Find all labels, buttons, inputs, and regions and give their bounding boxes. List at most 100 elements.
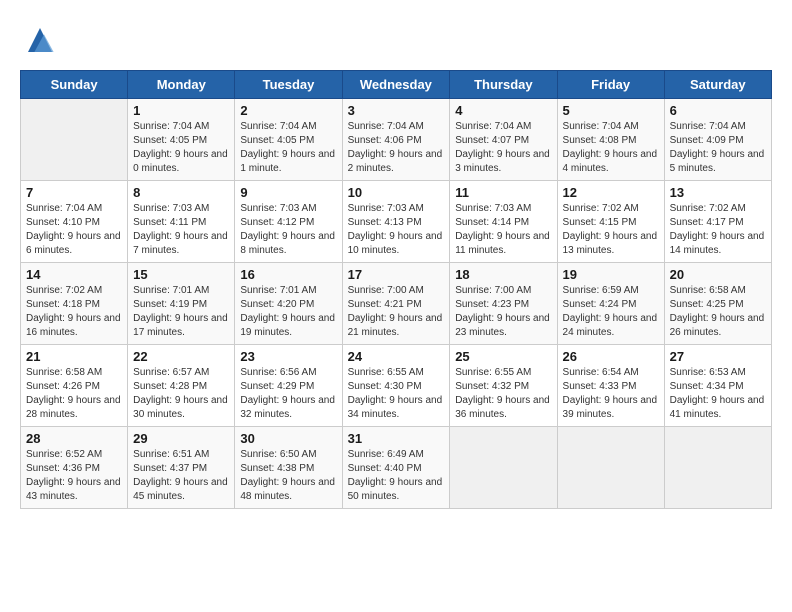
sunset-text: Sunset: 4:13 PM [348, 217, 422, 228]
sunset-text: Sunset: 4:28 PM [133, 381, 207, 392]
weekday-header-saturday: Saturday [664, 71, 771, 99]
day-info: Sunrise: 7:04 AMSunset: 4:07 PMDaylight:… [455, 120, 551, 176]
sunrise-text: Sunrise: 6:57 AM [133, 367, 209, 378]
day-info: Sunrise: 6:59 AMSunset: 4:24 PMDaylight:… [563, 284, 659, 340]
sunrise-text: Sunrise: 6:51 AM [133, 449, 209, 460]
sunset-text: Sunset: 4:20 PM [240, 299, 314, 310]
daylight-text: Daylight: 9 hours and 2 minutes. [348, 149, 443, 174]
day-info: Sunrise: 7:04 AMSunset: 4:06 PMDaylight:… [348, 120, 445, 176]
day-info: Sunrise: 6:49 AMSunset: 4:40 PMDaylight:… [348, 448, 445, 504]
day-number: 26 [563, 349, 659, 364]
calendar-week-5: 28Sunrise: 6:52 AMSunset: 4:36 PMDayligh… [21, 427, 772, 509]
calendar-cell [21, 99, 128, 181]
logo-icon [20, 20, 60, 60]
day-info: Sunrise: 7:03 AMSunset: 4:12 PMDaylight:… [240, 202, 336, 258]
calendar-cell: 23Sunrise: 6:56 AMSunset: 4:29 PMDayligh… [235, 345, 342, 427]
calendar-cell: 6Sunrise: 7:04 AMSunset: 4:09 PMDaylight… [664, 99, 771, 181]
day-number: 27 [670, 349, 766, 364]
sunrise-text: Sunrise: 6:50 AM [240, 449, 316, 460]
day-info: Sunrise: 6:57 AM Sunset: 4:28 PM Daylight:… [133, 366, 229, 422]
calendar-week-3: 14Sunrise: 7:02 AMSunset: 4:18 PMDayligh… [21, 263, 772, 345]
calendar-body: 1Sunrise: 7:04 AMSunset: 4:05 PMDaylight… [21, 99, 772, 509]
calendar-table: SundayMondayTuesdayWednesdayThursdayFrid… [20, 70, 772, 509]
sunrise-text: Sunrise: 7:02 AM [26, 285, 102, 296]
sunset-text: Sunset: 4:25 PM [670, 299, 744, 310]
day-info: Sunrise: 6:52 AMSunset: 4:36 PMDaylight:… [26, 448, 122, 504]
day-number: 9 [240, 185, 336, 200]
day-number: 5 [563, 103, 659, 118]
day-number: 19 [563, 267, 659, 282]
calendar-cell: 18 Sunrise: 7:00 AMSunset: 4:23 PMDayligh… [450, 263, 557, 345]
calendar-cell [450, 427, 557, 509]
daylight-text: Daylight: 9 hours and 5 minutes. [670, 149, 765, 174]
sunset-text: Sunset: 4:33 PM [563, 381, 637, 392]
calendar-cell: 17Sunrise: 7:00 AMSunset: 4:21 PMDayligh… [342, 263, 450, 345]
day-info: Sunrise: 7:02 AMSunset: 4:15 PMDaylight:… [563, 202, 659, 258]
day-number: 22 [133, 349, 229, 364]
day-number: 2 [240, 103, 336, 118]
sunrise-text: Sunrise: 7:04 AM [133, 121, 209, 132]
sunrise-text: Sunrise: 7:04 AM [26, 203, 102, 214]
day-info: Sunrise: 6:55 AM Sunset: 4:32 PM Daylight:… [455, 366, 551, 422]
daylight-text: Daylight: 9 hours and 11 minutes. [455, 231, 550, 256]
day-number: 23 [240, 349, 336, 364]
daylight-text: Daylight: 9 hours and 21 minutes. [348, 313, 443, 338]
daylight-text: Daylight: 9 hours and 30 minutes. [133, 395, 228, 420]
day-number: 18 [455, 267, 551, 282]
day-info: Sunrise: 6:55 AMSunset: 4:30 PMDaylight:… [348, 366, 445, 422]
calendar-cell: 26Sunrise: 6:54 AMSunset: 4:33 PMDayligh… [557, 345, 664, 427]
sunrise-text: Sunrise: 7:04 AM [563, 121, 639, 132]
calendar-week-4: 21Sunrise: 6:58 AMSunset: 4:26 PMDayligh… [21, 345, 772, 427]
daylight-text: Daylight: 9 hours and 39 minutes. [563, 395, 658, 420]
daylight-text: Daylight: 9 hours and 32 minutes. [240, 395, 335, 420]
sunrise-text: Sunrise: 6:55 AM [455, 367, 531, 378]
day-info: Sunrise: 7:01 AMSunset: 4:20 PMDaylight:… [240, 284, 336, 340]
sunset-text: Sunset: 4:15 PM [563, 217, 637, 228]
sunrise-text: Sunrise: 7:00 AM [455, 285, 531, 296]
daylight-text: Daylight: 9 hours and 50 minutes. [348, 477, 443, 502]
day-number: 25 [455, 349, 551, 364]
calendar-cell [557, 427, 664, 509]
day-number: 15 [133, 267, 229, 282]
sunrise-text: Sunrise: 6:59 AM [563, 285, 639, 296]
sunrise-text: Sunrise: 7:04 AM [455, 121, 531, 132]
sunrise-text: Sunrise: 6:58 AM [26, 367, 102, 378]
sunset-text: Sunset: 4:32 PM [455, 381, 529, 392]
sunrise-text: Sunrise: 6:58 AM [670, 285, 746, 296]
daylight-text: Daylight: 9 hours and 26 minutes. [670, 313, 765, 338]
sunset-text: Sunset: 4:07 PM [455, 135, 529, 146]
sunset-text: Sunset: 4:36 PM [26, 463, 100, 474]
daylight-text: Daylight: 9 hours and 7 minutes. [133, 231, 228, 256]
sunrise-text: Sunrise: 7:01 AM [133, 285, 209, 296]
sunset-text: Sunset: 4:18 PM [26, 299, 100, 310]
calendar-cell: 3Sunrise: 7:04 AMSunset: 4:06 PMDaylight… [342, 99, 450, 181]
daylight-text: Daylight: 9 hours and 10 minutes. [348, 231, 443, 256]
day-number: 31 [348, 431, 445, 446]
sunrise-text: Sunrise: 7:04 AM [670, 121, 746, 132]
sunset-text: Sunset: 4:34 PM [670, 381, 744, 392]
day-number: 16 [240, 267, 336, 282]
day-info: Sunrise: 7:04 AMSunset: 4:05 PMDaylight:… [240, 120, 336, 176]
sunset-text: Sunset: 4:40 PM [348, 463, 422, 474]
calendar-cell [664, 427, 771, 509]
day-info: Sunrise: 6:51 AMSunset: 4:37 PMDaylight:… [133, 448, 229, 504]
calendar-cell: 24Sunrise: 6:55 AMSunset: 4:30 PMDayligh… [342, 345, 450, 427]
calendar-cell: 28Sunrise: 6:52 AMSunset: 4:36 PMDayligh… [21, 427, 128, 509]
sunrise-text: Sunrise: 7:03 AM [455, 203, 531, 214]
sunrise-text: Sunrise: 6:52 AM [26, 449, 102, 460]
sunset-text: Sunset: 4:17 PM [670, 217, 744, 228]
day-info: Sunrise: 6:50 AMSunset: 4:38 PMDaylight:… [240, 448, 336, 504]
sunset-text: Sunset: 4:05 PM [240, 135, 314, 146]
day-number: 7 [26, 185, 122, 200]
calendar-cell: 13Sunrise: 7:02 AMSunset: 4:17 PMDayligh… [664, 181, 771, 263]
logo [20, 20, 66, 60]
daylight-text: Daylight: 9 hours and 16 minutes. [26, 313, 121, 338]
sunset-text: Sunset: 4:10 PM [26, 217, 100, 228]
sunrise-text: Sunrise: 7:03 AM [133, 203, 209, 214]
calendar-cell: 27Sunrise: 6:53 AMSunset: 4:34 PMDayligh… [664, 345, 771, 427]
day-info: Sunrise: 7:00 AMSunset: 4:23 PMDaylight:… [455, 284, 551, 340]
daylight-text: Daylight: 9 hours and 36 minutes. [455, 395, 550, 420]
sunrise-text: Sunrise: 7:02 AM [670, 203, 746, 214]
calendar-cell: 21Sunrise: 6:58 AMSunset: 4:26 PMDayligh… [21, 345, 128, 427]
sunset-text: Sunset: 4:37 PM [133, 463, 207, 474]
